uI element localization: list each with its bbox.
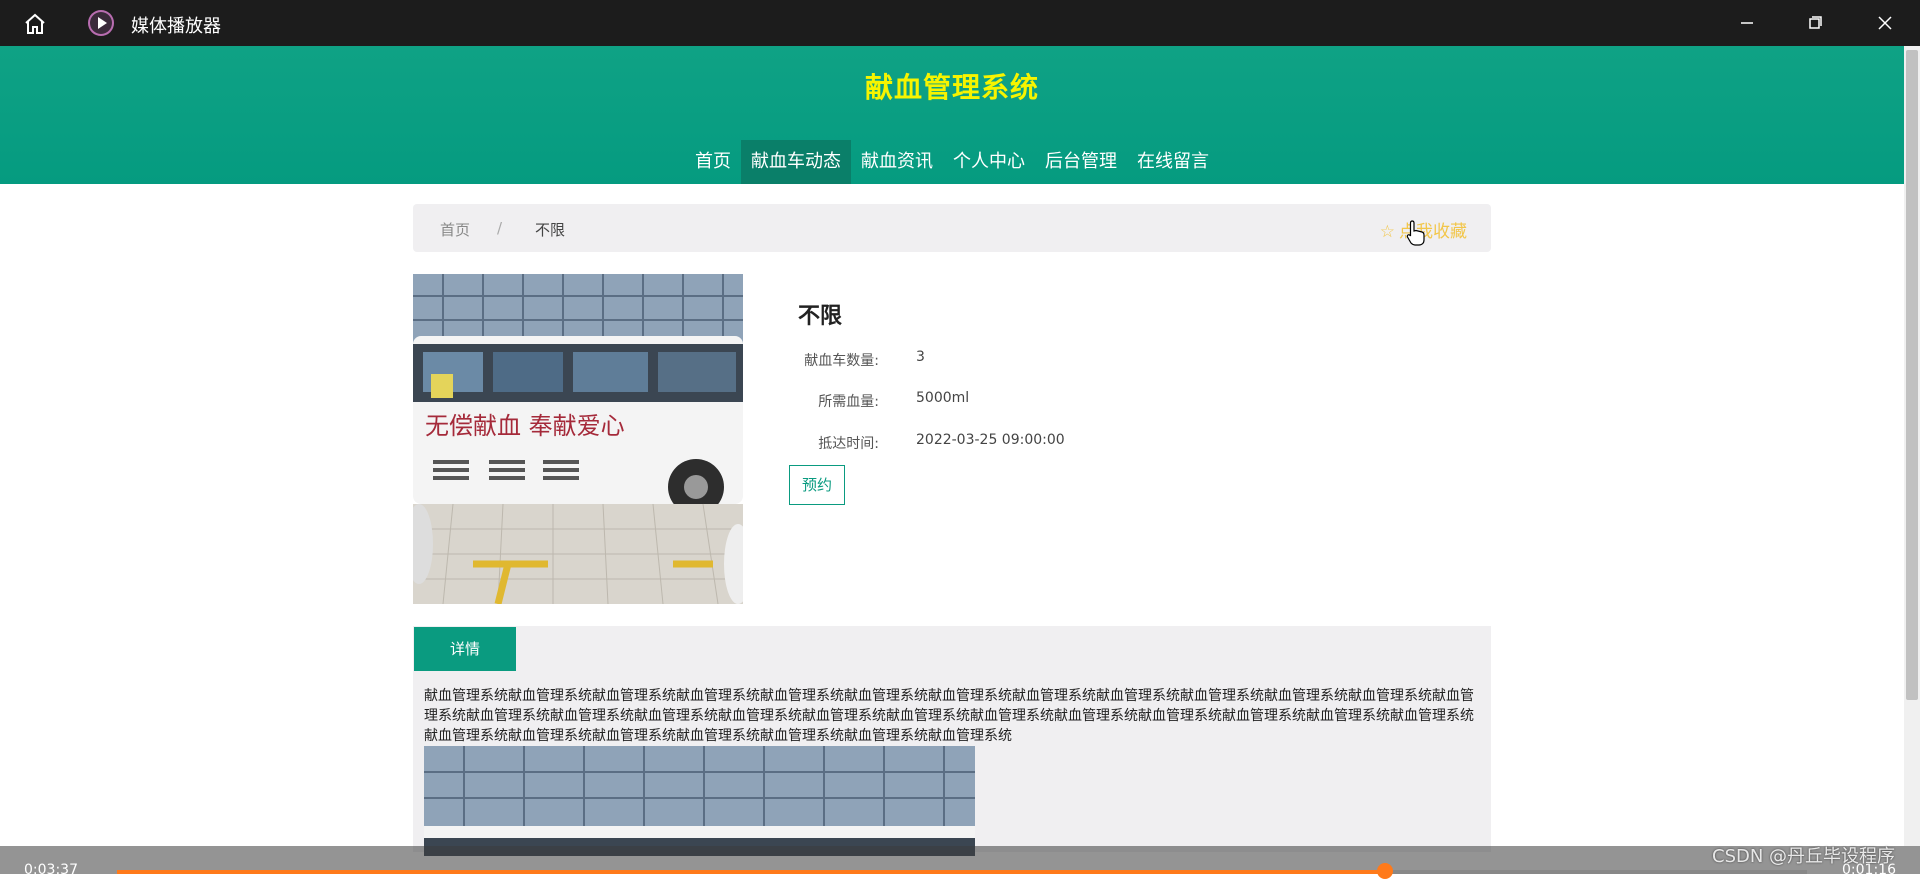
site-header: 献血管理系统 首页 献血车动态 献血资讯 个人中心 后台管理 在线留言 bbox=[0, 46, 1904, 184]
breadcrumb: 首页 / 不限 ☆ 点我收藏 bbox=[413, 204, 1491, 252]
nav-bloodmobile-news[interactable]: 献血车动态 bbox=[741, 140, 851, 184]
tab-bar: 详情 bbox=[413, 626, 1491, 673]
hand-cursor-icon bbox=[1406, 220, 1426, 250]
breadcrumb-separator: / bbox=[497, 219, 503, 237]
window-titlebar: 媒体播放器 bbox=[0, 0, 1920, 46]
field-label-blood-volume: 所需血量: bbox=[818, 394, 879, 410]
bloodmobile-image: 无偿献血 奉献爱心 bbox=[413, 274, 743, 604]
detail-image bbox=[424, 746, 975, 856]
nav-message[interactable]: 在线留言 bbox=[1127, 140, 1219, 184]
maximize-icon[interactable] bbox=[1802, 10, 1828, 36]
breadcrumb-home[interactable]: 首页 bbox=[440, 219, 470, 240]
field-label-vehicle-count: 献血车数量: bbox=[804, 353, 879, 369]
home-icon[interactable] bbox=[22, 11, 48, 37]
nav-donation-news[interactable]: 献血资讯 bbox=[851, 140, 943, 184]
field-value-vehicle-count: 3 bbox=[916, 349, 925, 365]
seek-bar-fill bbox=[117, 870, 1385, 874]
detail-panel: 献血管理系统献血管理系统献血管理系统献血管理系统献血管理系统献血管理系统献血管理… bbox=[413, 672, 1491, 856]
tab-details[interactable]: 详情 bbox=[414, 627, 516, 671]
scrollbar-thumb[interactable] bbox=[1906, 50, 1918, 700]
nav-home[interactable]: 首页 bbox=[685, 140, 741, 184]
main-nav: 首页 献血车动态 献血资讯 个人中心 后台管理 在线留言 bbox=[0, 140, 1904, 184]
nav-personal-center[interactable]: 个人中心 bbox=[943, 140, 1035, 184]
minimize-icon[interactable] bbox=[1734, 10, 1760, 36]
cover-slogan: 无偿献血 奉献爱心 bbox=[425, 412, 625, 440]
field-label-arrival-time: 抵达时间: bbox=[818, 436, 879, 452]
field-value-arrival-time: 2022-03-25 09:00:00 bbox=[916, 432, 1065, 448]
watermark: CSDN @丹丘毕设程序 bbox=[1712, 846, 1896, 867]
seek-bar[interactable] bbox=[117, 863, 1807, 879]
window-title: 媒体播放器 bbox=[131, 16, 221, 37]
site-title: 献血管理系统 bbox=[864, 71, 1039, 104]
seek-knob[interactable] bbox=[1376, 863, 1393, 879]
media-player-icon bbox=[88, 10, 114, 36]
field-value-blood-volume: 5000ml bbox=[916, 390, 970, 406]
close-icon[interactable] bbox=[1872, 10, 1898, 36]
nav-admin[interactable]: 后台管理 bbox=[1035, 140, 1127, 184]
breadcrumb-current: 不限 bbox=[535, 221, 566, 239]
player-controls: 0:03:37 0:01:16 bbox=[0, 846, 1920, 879]
reserve-button[interactable]: 预约 bbox=[789, 465, 845, 505]
vertical-scrollbar[interactable] bbox=[1904, 46, 1920, 846]
detail-text: 献血管理系统献血管理系统献血管理系统献血管理系统献血管理系统献血管理系统献血管理… bbox=[424, 688, 1474, 744]
star-icon: ☆ bbox=[1379, 222, 1395, 242]
item-title: 不限 bbox=[798, 304, 843, 329]
elapsed-time: 0:03:37 bbox=[24, 862, 78, 878]
